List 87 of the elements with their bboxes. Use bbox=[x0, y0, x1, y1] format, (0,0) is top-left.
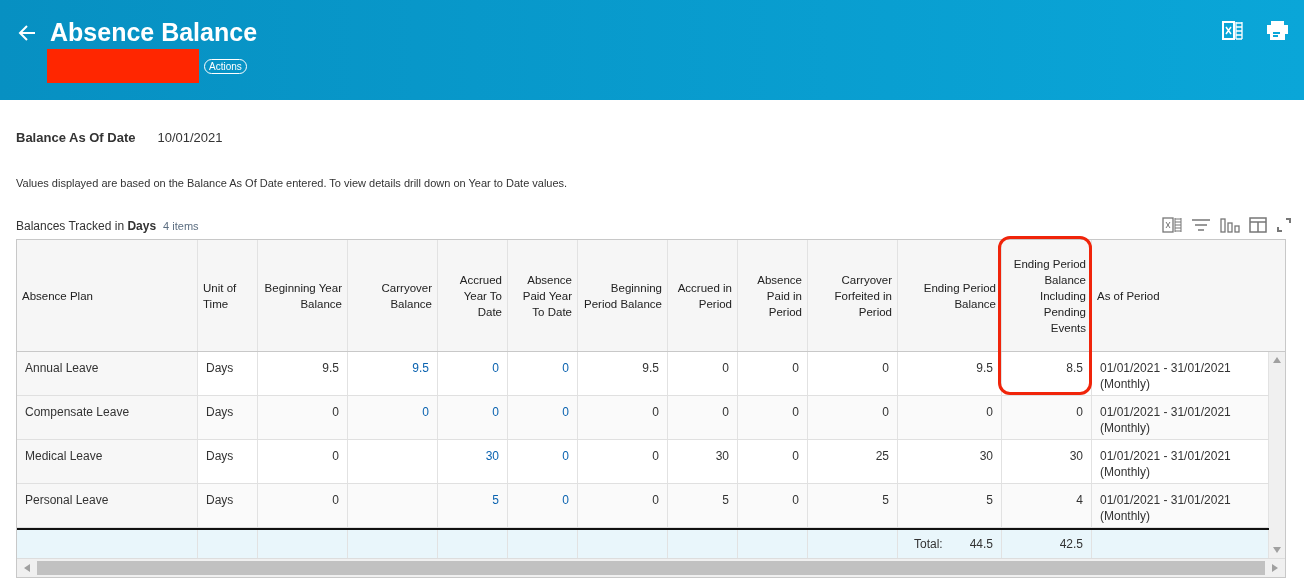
table-cell: 0 bbox=[792, 449, 799, 463]
scroll-up-icon[interactable] bbox=[1273, 356, 1281, 364]
column-header[interactable]: Accrued in Period bbox=[668, 240, 738, 351]
filter-icon[interactable] bbox=[1191, 217, 1211, 233]
scroll-down-icon[interactable] bbox=[1273, 546, 1281, 554]
item-count: 4 items bbox=[163, 220, 199, 232]
expand-icon[interactable] bbox=[1276, 217, 1292, 233]
table-cell: 0 bbox=[652, 405, 659, 419]
column-header[interactable]: Ending Period Balance bbox=[898, 240, 1002, 351]
scroll-left-icon[interactable] bbox=[23, 564, 31, 572]
value-link[interactable]: 0 bbox=[492, 361, 499, 375]
description-text: Values displayed are based on the Balance As Of Date entered. To view details drill down on Year to Date values. bbox=[16, 177, 569, 189]
column-header[interactable]: Absence Paid Year To Date bbox=[508, 240, 578, 351]
table-cell: 0 bbox=[882, 361, 889, 375]
column-header[interactable]: Unit of Time bbox=[198, 240, 258, 351]
value-link[interactable]: 0 bbox=[422, 405, 429, 419]
value-link[interactable]: 0 bbox=[562, 361, 569, 375]
table-cell: 30 bbox=[715, 449, 729, 463]
table-cell: 0 bbox=[332, 405, 339, 419]
table-cell: 0 bbox=[986, 405, 993, 419]
section-title: Balances Tracked in Days bbox=[16, 219, 157, 233]
table-cell: 9.5 bbox=[322, 361, 339, 375]
table-cell: 01/01/2021 - 31/01/2021 (Monthly) bbox=[1100, 361, 1231, 391]
table-cell: Days bbox=[206, 449, 234, 463]
value-link[interactable]: 0 bbox=[562, 449, 569, 463]
value-link[interactable]: 5 bbox=[492, 493, 499, 507]
value-link[interactable]: 0 bbox=[492, 405, 499, 419]
total-value: 44.5 bbox=[969, 537, 993, 551]
table-cell: Annual Leave bbox=[25, 361, 99, 375]
column-header[interactable]: Absence Plan bbox=[17, 240, 198, 351]
table-cell: 0 bbox=[792, 493, 799, 507]
excel-export-icon[interactable] bbox=[1162, 217, 1182, 233]
table-cell: 5 bbox=[882, 493, 889, 507]
table-cell: 5 bbox=[722, 493, 729, 507]
column-header[interactable]: Carryover Forfeited in Period bbox=[808, 240, 898, 351]
print-icon[interactable] bbox=[1267, 21, 1288, 40]
table-cell: 30 bbox=[1069, 449, 1083, 463]
page-title: Absence Balance bbox=[50, 18, 258, 47]
table-cell: 30 bbox=[979, 449, 993, 463]
total-label: Total: bbox=[914, 537, 943, 551]
table-cell: Days bbox=[206, 493, 234, 507]
table-cell: Days bbox=[206, 405, 234, 419]
column-header[interactable]: Carryover Balance bbox=[348, 240, 438, 351]
excel-export-icon[interactable] bbox=[1222, 21, 1243, 40]
table-cell: 01/01/2021 - 31/01/2021 (Monthly) bbox=[1100, 405, 1231, 435]
table-cell: 9.5 bbox=[642, 361, 659, 375]
table-cell: Personal Leave bbox=[25, 493, 109, 507]
balance-date-label: Balance As Of Date bbox=[16, 130, 136, 145]
column-header[interactable]: Absence Paid in Period bbox=[738, 240, 808, 351]
table-cell: Days bbox=[206, 361, 234, 375]
value-link[interactable]: 0 bbox=[562, 493, 569, 507]
column-header[interactable]: Beginning Year Balance bbox=[258, 240, 348, 351]
vertical-scrollbar[interactable] bbox=[1269, 352, 1285, 558]
table-cell: 0 bbox=[652, 449, 659, 463]
column-header[interactable]: As of Period bbox=[1092, 240, 1286, 351]
table-cell: 8.5 bbox=[1066, 361, 1083, 375]
table-cell: 4 bbox=[1076, 493, 1083, 507]
horizontal-scrollbar[interactable] bbox=[17, 558, 1285, 577]
table-cell: 0 bbox=[882, 405, 889, 419]
scroll-right-icon[interactable] bbox=[1271, 564, 1279, 572]
scrollbar-thumb[interactable] bbox=[37, 561, 1265, 575]
value-link[interactable]: 0 bbox=[562, 405, 569, 419]
column-header[interactable]: Ending Period Balance Including Pending Events bbox=[1002, 240, 1092, 351]
table-cell: 0 bbox=[722, 405, 729, 419]
table-cell: 9.5 bbox=[976, 361, 993, 375]
table-cell: 01/01/2021 - 31/01/2021 (Monthly) bbox=[1100, 493, 1231, 523]
column-header[interactable]: Beginning Period Balance bbox=[578, 240, 668, 351]
back-arrow-icon[interactable] bbox=[18, 24, 36, 41]
table-cell: Compensate Leave bbox=[25, 405, 130, 419]
value-link[interactable]: 9.5 bbox=[412, 361, 429, 375]
table-cell: Medical Leave bbox=[25, 449, 103, 463]
columns-icon[interactable] bbox=[1249, 217, 1267, 233]
table-cell: 0 bbox=[792, 361, 799, 375]
column-header[interactable]: Accrued Year To Date bbox=[438, 240, 508, 351]
table-cell: 0 bbox=[332, 449, 339, 463]
table-cell: 5 bbox=[986, 493, 993, 507]
table-cell: 0 bbox=[792, 405, 799, 419]
balance-date-value: 10/01/2021 bbox=[157, 130, 223, 145]
table-cell: 01/01/2021 - 31/01/2021 (Monthly) bbox=[1100, 449, 1231, 479]
value-link[interactable]: 30 bbox=[485, 449, 499, 463]
table-cell: 0 bbox=[652, 493, 659, 507]
table-cell: 0 bbox=[332, 493, 339, 507]
table-cell: 25 bbox=[875, 449, 889, 463]
table-cell: 0 bbox=[722, 361, 729, 375]
total-value: 42.5 bbox=[1059, 537, 1083, 551]
table-cell: 0 bbox=[1076, 405, 1083, 419]
bar-chart-icon[interactable] bbox=[1220, 217, 1240, 233]
